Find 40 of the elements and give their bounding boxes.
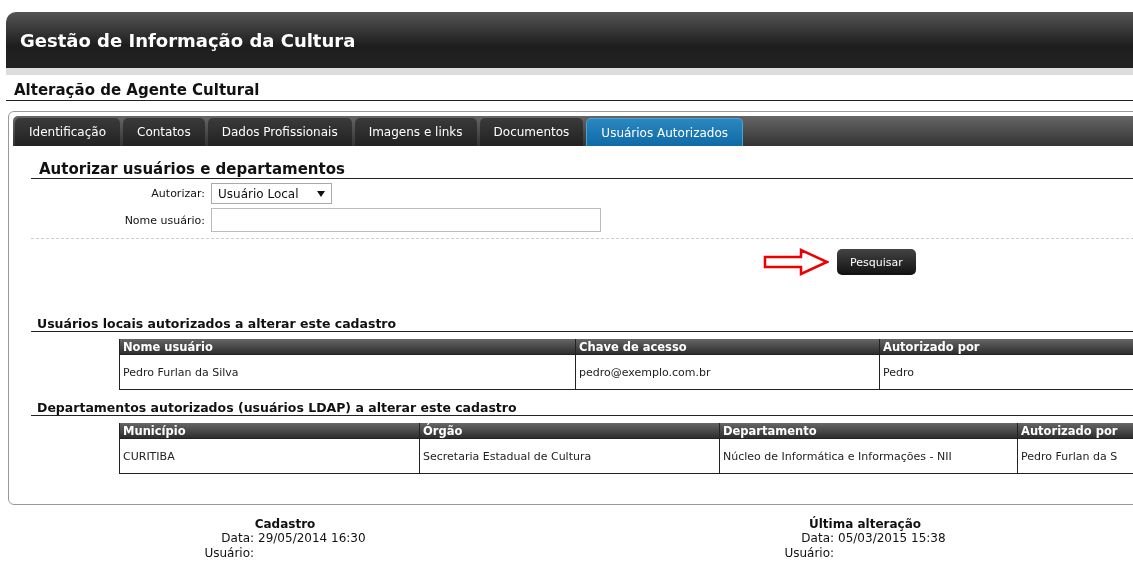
column-header: Departamento xyxy=(719,423,1018,439)
arrow-icon xyxy=(763,248,829,276)
field-label: Autorizar: xyxy=(150,187,206,200)
table-title: Departamentos autorizados (usuários LDAP) a alterar este cadastro xyxy=(31,400,1133,416)
section-title: Autorizar usuários e departamentos xyxy=(31,160,1133,179)
tab[interactable]: Dados Profissionais xyxy=(207,118,352,146)
footer-title: Última alteração xyxy=(808,517,921,531)
date-value: 05/03/2015 15:38 xyxy=(838,531,946,546)
table-cell: Núcleo de Informática e Informações - NII xyxy=(719,438,1018,474)
authorize-dropdown[interactable]: Usuário Local xyxy=(211,183,332,204)
table-cell: pedro@exemplo.com.br xyxy=(575,354,880,390)
column-header: Município xyxy=(119,423,420,439)
table-cell: Pedro Furlan da Silva xyxy=(119,354,576,390)
user-label: Usuário: xyxy=(204,546,255,561)
date-label: Data: xyxy=(220,531,255,546)
column-header: Nome usuário xyxy=(119,339,576,355)
column-header: Autorizado por xyxy=(879,339,1133,355)
tab[interactable]: Contatos xyxy=(123,118,205,146)
date-value: 29/05/2014 16:30 xyxy=(258,531,366,546)
tab[interactable]: Usuários Autorizados xyxy=(586,118,743,146)
table-cell: Secretaria Estadual de Cultura xyxy=(419,438,720,474)
tab[interactable]: Documentos xyxy=(479,118,584,146)
table-cell: Pedro Furlan da S xyxy=(1017,438,1133,474)
date-label: Data: xyxy=(800,531,835,546)
footer-title: Cadastro xyxy=(254,517,316,531)
table-cell: Pedro xyxy=(879,354,1133,390)
field-label: Nome usuário: xyxy=(123,213,206,227)
tab[interactable]: Identificação xyxy=(15,118,120,146)
user-label: Usuário: xyxy=(784,546,835,561)
column-header: Chave de acesso xyxy=(575,339,880,355)
column-header: Órgão xyxy=(419,423,720,439)
search-button[interactable]: Pesquisar xyxy=(837,249,916,275)
tab[interactable]: Imagens e links xyxy=(354,118,477,146)
app-title: Gestão de Informação da Cultura xyxy=(20,29,356,51)
table-cell: CURITIBA xyxy=(119,438,420,474)
dropdown-caret-icon xyxy=(316,190,325,197)
username-field[interactable] xyxy=(211,208,601,232)
table-title: Usuários locais autorizados a alterar este cadastro xyxy=(31,316,1133,332)
page-title: Alteração de Agente Cultural xyxy=(6,81,1133,101)
column-header: Autorizado por xyxy=(1017,423,1133,439)
